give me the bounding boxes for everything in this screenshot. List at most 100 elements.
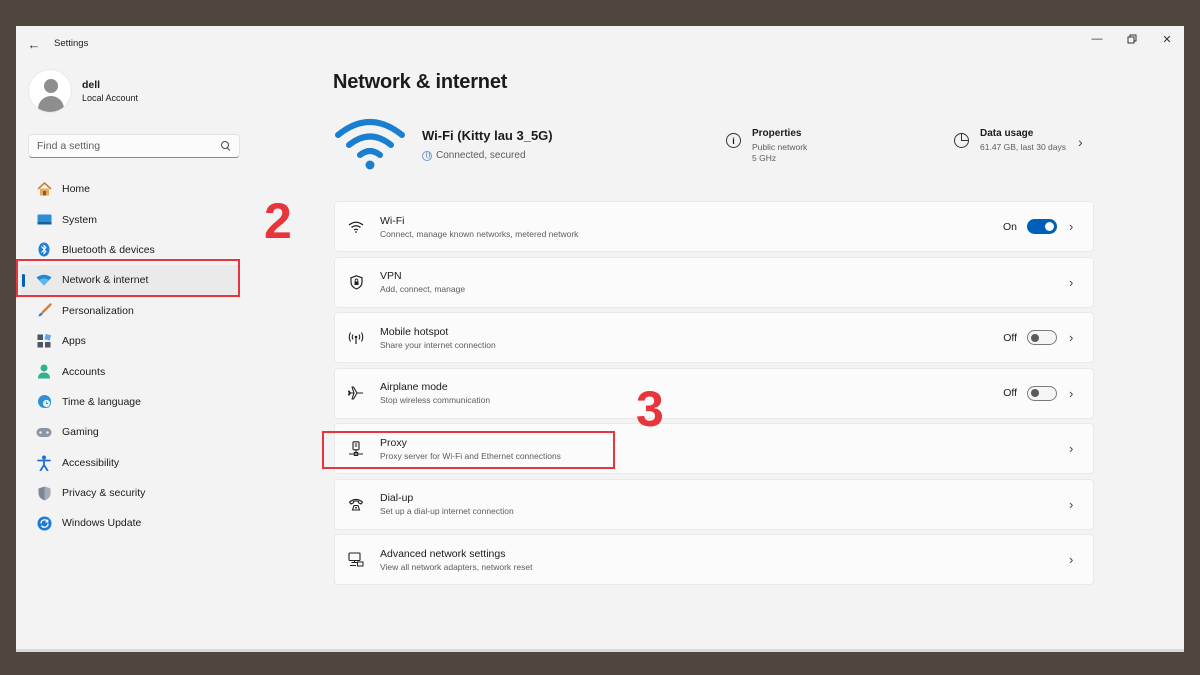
connection-status: Connected, secured xyxy=(422,150,526,161)
card-title: Airplane mode xyxy=(380,381,448,393)
sidebar-item-label: Home xyxy=(62,183,91,196)
window-bottom-edge xyxy=(16,649,1184,652)
properties-link[interactable]: i Properties Public network 5 GHz xyxy=(726,128,807,164)
mobile-hotspot-card[interactable]: Mobile hotspot Share your internet conne… xyxy=(334,312,1094,363)
wifi-icon xyxy=(347,218,365,236)
connection-name: Wi-Fi (Kitty lau 3_5G) xyxy=(422,128,553,143)
advanced-network-settings-card[interactable]: Advanced network settings View all netwo… xyxy=(334,534,1094,585)
card-subtitle: Add, connect, manage xyxy=(380,284,466,294)
app-title: Settings xyxy=(54,38,89,49)
pie-chart-icon xyxy=(954,133,969,148)
account-type: Local Account xyxy=(82,93,139,103)
user-profile[interactable]: dell Local Account xyxy=(28,68,138,114)
wifi-card[interactable]: Wi-Fi Connect, manage known networks, me… xyxy=(334,201,1094,252)
card-subtitle: View all network adapters, network reset xyxy=(380,561,533,572)
sidebar-item-accounts[interactable]: Accounts xyxy=(20,356,240,386)
card-title: Wi-Fi xyxy=(380,214,405,227)
dial-up-card[interactable]: Dial-up Set up a dial-up internet connec… xyxy=(334,478,1094,530)
sidebar-item-accessibility[interactable]: Accessibility xyxy=(20,448,240,478)
accessibility-icon xyxy=(36,455,52,471)
brush-icon xyxy=(36,303,52,319)
chevron-right-icon: › xyxy=(1069,330,1074,345)
properties-network-type: Public network xyxy=(752,142,808,152)
minimize-icon[interactable]: — xyxy=(1082,30,1112,48)
close-icon[interactable]: ✕ xyxy=(1152,30,1182,48)
shield-icon xyxy=(36,485,52,501)
globe-clock-icon xyxy=(36,394,52,410)
sidebar-item-label: Accounts xyxy=(62,365,106,378)
user-name: dell xyxy=(82,79,101,91)
highlight-proxy xyxy=(322,431,615,469)
monitor-icon xyxy=(36,212,52,228)
card-subtitle: Share your internet connection xyxy=(380,339,496,350)
sidebar-item-time-language[interactable]: Time & language xyxy=(20,387,240,417)
update-icon xyxy=(36,515,52,531)
airplane-mode-toggle[interactable] xyxy=(1027,385,1057,401)
chevron-right-icon: › xyxy=(1069,219,1074,234)
chevron-right-icon: › xyxy=(1069,441,1074,456)
card-subtitle: Connect, manage known networks, metered … xyxy=(380,228,579,239)
airplane-icon xyxy=(347,384,365,402)
toggle-state-label: On xyxy=(1002,220,1017,233)
airplane-mode-card[interactable]: Airplane mode Stop wireless communicatio… xyxy=(334,367,1094,419)
page-title: Network & internet xyxy=(333,71,508,93)
vpn-card[interactable]: VPN Add, connect, manage › xyxy=(334,256,1094,308)
chevron-right-icon: › xyxy=(1069,552,1074,567)
sidebar-item-label: Bluetooth & devices xyxy=(62,243,155,256)
sidebar-item-home[interactable]: Home xyxy=(20,174,240,204)
globe-icon xyxy=(422,150,432,161)
arrow-left-icon[interactable]: ← xyxy=(26,36,42,52)
mobile-hotspot-toggle[interactable] xyxy=(1027,330,1057,345)
sidebar-item-privacy[interactable]: Privacy & security xyxy=(20,478,240,508)
connection-status-text: Connected, secured xyxy=(436,150,526,161)
sidebar-item-label: Time & language xyxy=(62,395,141,408)
wifi-status-icon xyxy=(335,119,405,170)
search-icon[interactable] xyxy=(221,141,231,151)
step-number-2: 2 xyxy=(264,193,292,249)
sidebar-item-windows-update[interactable]: Windows Update xyxy=(20,508,240,538)
sidebar-item-label: System xyxy=(62,213,98,226)
sidebar-item-personalization[interactable]: Personalization xyxy=(20,296,240,326)
sidebar-item-label: Accessibility xyxy=(62,456,120,469)
toggle-state-label: Off xyxy=(1003,331,1017,344)
hotspot-icon xyxy=(347,329,365,347)
avatar xyxy=(28,69,72,113)
data-usage-detail: 61.47 GB, last 30 days xyxy=(980,142,1066,152)
person-icon xyxy=(36,364,52,380)
sidebar-item-apps[interactable]: Apps xyxy=(20,326,240,356)
card-subtitle: Set up a dial-up internet connection xyxy=(380,506,514,516)
sidebar-item-label: Personalization xyxy=(62,304,134,317)
apps-icon xyxy=(36,333,52,349)
data-usage-link[interactable]: Data usage 61.47 GB, last 30 days xyxy=(954,128,1066,153)
restore-icon[interactable] xyxy=(1117,30,1147,48)
properties-title: Properties xyxy=(752,128,802,139)
card-subtitle: Stop wireless communication xyxy=(380,395,491,405)
highlight-network-internet xyxy=(16,259,240,297)
home-icon xyxy=(36,181,52,197)
properties-band: 5 GHz xyxy=(752,153,777,163)
card-title: Mobile hotspot xyxy=(380,325,449,338)
settings-window: ← Settings — ✕ dell Local Account Find a… xyxy=(16,26,1184,649)
network-adapter-icon xyxy=(347,551,365,569)
sidebar-item-gaming[interactable]: Gaming xyxy=(20,417,240,447)
title-bar: ← Settings — ✕ xyxy=(16,26,1184,62)
sidebar-item-system[interactable]: System xyxy=(20,204,240,234)
chevron-right-icon[interactable]: › xyxy=(1078,134,1083,150)
wifi-toggle[interactable] xyxy=(1027,219,1057,234)
sidebar-item-label: Privacy & security xyxy=(62,487,146,500)
sidebar-item-label: Windows Update xyxy=(62,517,142,530)
chevron-right-icon: › xyxy=(1069,385,1074,401)
bluetooth-icon xyxy=(36,242,52,258)
info-icon: i xyxy=(726,133,741,148)
search-input[interactable]: Find a setting xyxy=(28,134,240,158)
step-number-3: 3 xyxy=(636,381,664,437)
settings-list: Wi-Fi Connect, manage known networks, me… xyxy=(334,201,1094,590)
card-title: Dial-up xyxy=(380,492,414,504)
data-usage-title: Data usage xyxy=(980,128,1034,139)
sidebar-nav: Home System Bluetooth & devices Network … xyxy=(20,174,240,539)
gamepad-icon xyxy=(36,424,52,440)
card-title: Advanced network settings xyxy=(380,547,506,560)
dialup-icon xyxy=(347,495,365,513)
sidebar-item-label: Gaming xyxy=(62,426,99,439)
vpn-shield-icon xyxy=(347,273,365,291)
